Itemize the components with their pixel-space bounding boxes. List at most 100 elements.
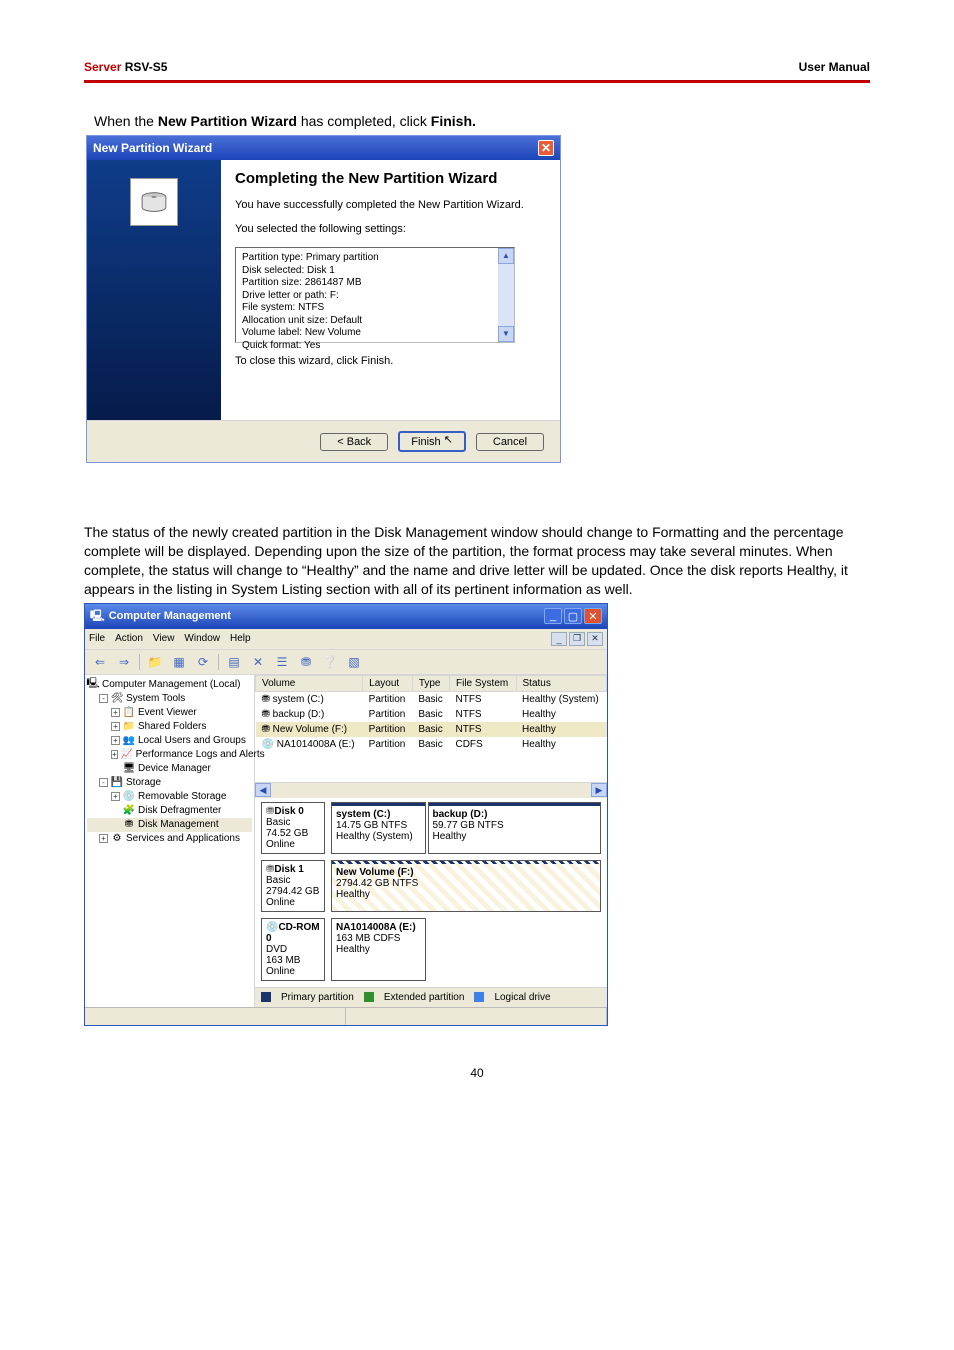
refresh-icon[interactable]: ⟳ [194,653,212,671]
list-icon[interactable]: ▤ [225,653,243,671]
nav-back-icon[interactable]: ⇐ [91,653,109,671]
cm-tree: 🖳Computer Management (Local) -🛠System To… [85,675,255,1007]
new-partition-wizard-dialog: New Partition Wizard ✕ Completing the Ne… [86,135,561,463]
scroll-down-icon[interactable]: ▼ [498,326,514,342]
disk-legend: Primary partition Extended partition Log… [255,987,607,1007]
up-folder-icon[interactable]: 📁 [146,653,164,671]
separator [139,654,140,670]
tree-item[interactable]: +📋Event Viewer [87,706,252,720]
disk-mgmt-icon: ⛃ [123,819,135,831]
disk-header[interactable]: 💿CD-ROM 0 DVD 163 MB Online [261,918,325,981]
partition-stripe [332,803,425,806]
menu-help[interactable]: Help [230,633,251,644]
tree-item[interactable]: +📈Performance Logs and Alerts [87,748,252,762]
services-icon: ⚙ [111,833,123,845]
perf-icon: 📈 [121,749,133,761]
properties-icon[interactable]: ▦ [170,653,188,671]
tree-item[interactable]: +💿Removable Storage [87,790,252,804]
disk-block: 💿CD-ROM 0 DVD 163 MB Online NA1014008A (… [261,918,601,981]
finish-button[interactable]: Finish ↖ [398,431,466,452]
tree-item[interactable]: +📁Shared Folders [87,720,252,734]
separator [218,654,219,670]
instruction-pre: When the [94,113,158,129]
help-icon[interactable]: ❔ [321,653,339,671]
defrag-icon: 🧩 [123,805,135,817]
col-type[interactable]: Type [412,675,449,691]
wizard-heading: Completing the New Partition Wizard [235,170,546,187]
wizard-setting: Quick format: Yes [242,340,508,353]
partition[interactable]: NA1014008A (E:) 163 MB CDFS Healthy [331,918,426,981]
partition[interactable]: backup (D:) 59.77 GB NTFS Healthy [428,802,602,854]
back-button[interactable]: < Back [320,433,388,451]
table-row[interactable]: ⛃ system (C:)PartitionBasicNTFSHealthy (… [256,691,607,707]
tree-item-disk-management[interactable]: ⛃Disk Management [87,818,252,832]
scroll-up-icon[interactable]: ▲ [498,248,514,264]
table-row[interactable]: 💿 NA1014008A (E:)PartitionBasicCDFSHealt… [256,737,607,752]
expand-icon[interactable]: + [111,708,120,717]
tools-icon: 🛠 [111,693,123,705]
partition-selected[interactable]: New Volume (F:) 2794.42 GB NTFS Healthy [331,860,601,912]
cancel-button[interactable]: Cancel [476,433,544,451]
mdi-close-icon[interactable]: ✕ [587,632,603,646]
menu-window[interactable]: Window [184,633,220,644]
col-fs[interactable]: File System [449,675,516,691]
scroll-left-icon[interactable]: ◀ [255,783,271,797]
tree-system-tools[interactable]: -🛠System Tools [87,692,252,706]
disk-header[interactable]: ⛃Disk 0 Basic 74.52 GB Online [261,802,325,854]
tree-storage[interactable]: -💾Storage [87,776,252,790]
menu-file[interactable]: File [89,633,105,644]
menu-action[interactable]: Action [115,633,143,644]
disk-header[interactable]: ⛃Disk 1 Basic 2794.42 GB Online [261,860,325,912]
close-icon[interactable]: ✕ [584,608,602,624]
extra-icon[interactable]: ▧ [345,653,363,671]
mdi-minimize-icon[interactable]: _ [551,632,567,646]
expand-icon[interactable]: + [111,722,120,731]
wizard-titlebar[interactable]: New Partition Wizard ✕ [87,136,560,160]
tree-root[interactable]: 🖳Computer Management (Local) [87,678,252,692]
legend-extended: Extended partition [384,992,465,1003]
cdrom-icon: 💿 [266,922,278,933]
delete-icon[interactable]: ✕ [249,653,267,671]
tree-item[interactable]: +👥Local Users and Groups [87,734,252,748]
settings-icon[interactable]: ☰ [273,653,291,671]
drive-icon[interactable]: ⛃ [297,653,315,671]
cm-title: Computer Management [109,610,231,622]
collapse-icon[interactable]: - [99,694,108,703]
collapse-icon[interactable]: - [99,778,108,787]
computer-management-window: 🖳 Computer Management _ ▢ ✕ File Action … [84,603,608,1026]
nav-forward-icon[interactable]: ⇒ [115,653,133,671]
cm-titlebar[interactable]: 🖳 Computer Management _ ▢ ✕ [85,604,607,629]
expand-icon[interactable]: + [99,834,108,843]
wizard-settings-box: Partition type: Primary partition Disk s… [235,247,515,343]
minimize-icon[interactable]: _ [544,608,562,624]
expand-icon[interactable]: + [111,792,120,801]
instruction-mid: has completed, click [297,113,431,129]
header-right: User Manual [799,60,870,74]
close-icon[interactable]: ✕ [538,140,554,156]
tree-services[interactable]: +⚙Services and Applications [87,832,252,846]
col-volume[interactable]: Volume [256,675,363,691]
table-scrollbar[interactable]: ◀ ▶ [255,782,607,798]
table-row-selected[interactable]: ⛃ New Volume (F:)PartitionBasicNTFSHealt… [256,722,607,737]
computer-icon: 🖳 [87,679,99,691]
device-manager-icon: 🖥 [123,763,135,775]
col-layout[interactable]: Layout [363,675,413,691]
tree-item[interactable]: 🖥Device Manager [87,762,252,776]
mdi-restore-icon[interactable]: ❐ [569,632,585,646]
expand-icon[interactable]: + [111,736,120,745]
wizard-title: New Partition Wizard [93,141,212,155]
col-status[interactable]: Status [516,675,606,691]
maximize-icon[interactable]: ▢ [564,608,582,624]
expand-icon[interactable]: + [111,750,118,759]
storage-icon: 💾 [111,777,123,789]
wizard-setting: Volume label: New Volume [242,327,508,340]
wizard-setting: Partition type: Primary partition [242,252,508,265]
menu-view[interactable]: View [153,633,175,644]
instruction-bold2: Finish. [431,113,476,129]
table-row[interactable]: ⛃ backup (D:)PartitionBasicNTFSHealthy [256,707,607,722]
scroll-right-icon[interactable]: ▶ [591,783,607,797]
wizard-scrollbar[interactable]: ▲ ▼ [498,248,514,342]
header-server: Server [84,60,121,74]
tree-item[interactable]: 🧩Disk Defragmenter [87,804,252,818]
partition[interactable]: system (C:) 14.75 GB NTFS Healthy (Syste… [331,802,426,854]
